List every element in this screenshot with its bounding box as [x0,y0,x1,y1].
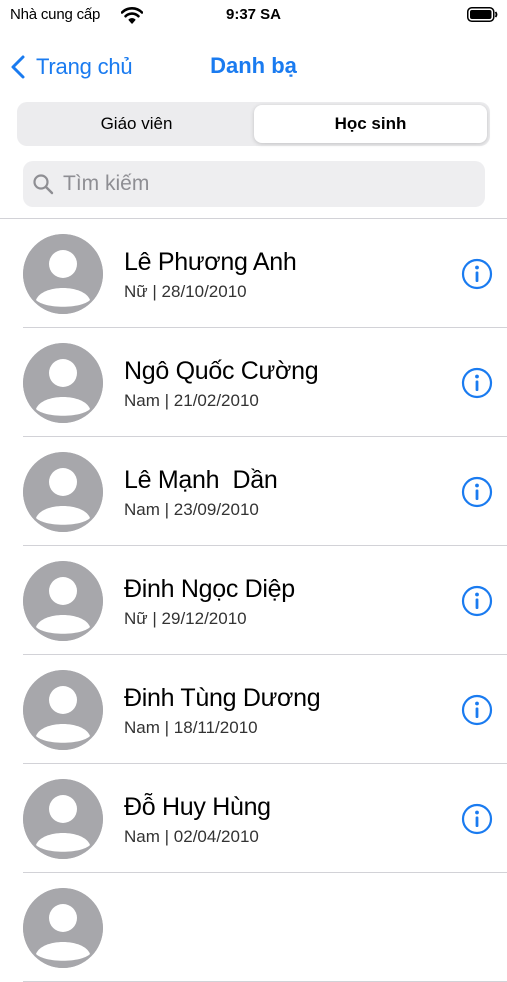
contact-details: Nữ | 28/10/2010 [124,282,247,302]
separator: | [159,391,174,410]
separator: | [147,609,162,628]
contact-details: Nữ | 29/12/2010 [124,609,247,629]
contact-gender: Nam [124,500,160,519]
search-input[interactable]: Tìm kiếm [23,161,485,207]
search-placeholder: Tìm kiếm [63,172,150,195]
avatar-icon [23,888,103,968]
search-icon [33,174,54,195]
navigation-bar: Trang chủ Danh bạ [0,40,507,92]
contact-row-partial[interactable] [0,873,507,982]
contact-details: Nam | 02/04/2010 [124,827,259,847]
avatar-icon [23,343,103,423]
contact-gender: Nữ [124,609,148,628]
info-icon[interactable] [461,476,493,508]
avatar-icon [23,779,103,859]
contact-name: Lê Phương Anh [124,248,297,276]
contact-details: Nam | 18/11/2010 [124,718,258,738]
contact-name: Ngô Quốc Cường [124,357,319,385]
contact-details: Nam | 23/09/2010 [124,500,259,520]
page-title: Danh bạ [210,53,297,78]
contact-row[interactable]: Lê Phương Anh Nữ | 28/10/2010 [0,219,507,328]
avatar-icon [23,561,103,641]
contact-row[interactable]: Ngô Quốc Cường Nam | 21/02/2010 [0,328,507,437]
contact-name: Đỗ Huy Hùng [124,793,271,821]
status-time: 9:37 SA [225,6,282,23]
info-icon[interactable] [461,803,493,835]
info-icon[interactable] [461,367,493,399]
contact-row[interactable]: Lê Mạnh Dần Nam | 23/09/2010 [0,437,507,546]
battery-icon [467,7,498,22]
contact-gender: Nam [124,391,160,410]
contact-dob: 18/11/2010 [173,718,258,737]
info-icon[interactable] [461,585,493,617]
segment-teachers[interactable]: Giáo viên [20,105,253,143]
info-icon[interactable] [461,694,493,726]
avatar-icon [23,452,103,532]
contact-dob: 29/12/2010 [161,609,247,628]
separator: | [159,718,174,737]
contact-name: Đinh Ngọc Diệp [124,575,295,603]
contact-row[interactable]: Đỗ Huy Hùng Nam | 02/04/2010 [0,764,507,873]
separator: | [159,827,174,846]
separator: | [147,282,162,301]
contact-row[interactable]: Đinh Tùng Dương Nam | 18/11/2010 [0,655,507,764]
contact-dob: 21/02/2010 [173,391,259,410]
avatar-icon [23,234,103,314]
contact-dob: 23/09/2010 [173,500,259,519]
contact-dob: 28/10/2010 [161,282,247,301]
contact-name: Lê Mạnh Dần [124,466,278,494]
status-bar: Nhà cung cấp 9:37 SA [0,0,507,30]
contact-row[interactable]: Đinh Ngọc Diệp Nữ | 29/12/2010 [0,546,507,655]
segmented-control: Giáo viên Học sinh [17,102,490,146]
info-icon[interactable] [461,258,493,290]
separator: | [159,500,174,519]
avatar-icon [23,670,103,750]
contact-gender: Nữ [124,282,148,301]
segment-students[interactable]: Học sinh [254,105,487,143]
contact-name: Đinh Tùng Dương [124,684,321,712]
contact-gender: Nam [124,718,160,737]
contact-list: Lê Phương Anh Nữ | 28/10/2010 Ngô Quốc C… [0,219,507,982]
contact-gender: Nam [124,827,160,846]
contact-dob: 02/04/2010 [173,827,259,846]
contact-details: Nam | 21/02/2010 [124,391,259,411]
